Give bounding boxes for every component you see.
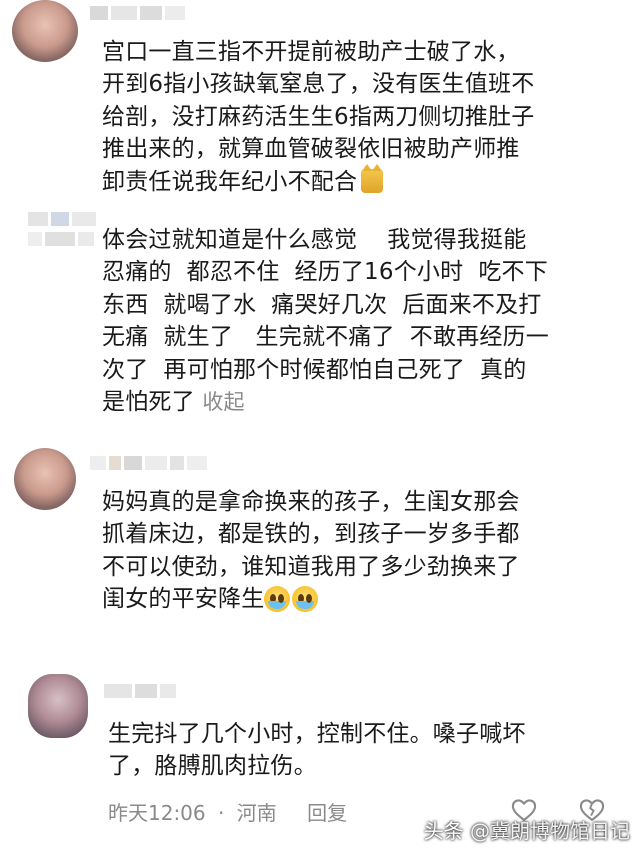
meta-separator: · [218, 801, 225, 825]
cat-emoji [361, 163, 384, 193]
reply-button[interactable]: 回复 [307, 801, 347, 825]
comment-location: 河南 [236, 801, 277, 825]
comment-meta: 昨天12:06 · 河南 回复 [108, 797, 353, 826]
avatar[interactable] [14, 448, 76, 510]
username-blurred[interactable] [90, 456, 207, 470]
username-blurred[interactable] [28, 232, 94, 246]
watermark: 头条 @冀朗博物馆日记 [424, 815, 630, 844]
avatar[interactable] [12, 0, 78, 62]
watermark-prefix: 头条 [423, 819, 464, 843]
avatar[interactable] [28, 674, 88, 738]
collapse-button[interactable]: 收起 [202, 390, 244, 414]
comment-text: 妈妈真的是拿命换来的孩子，生闺女那会 抓着床边，都是铁的，到孩子一岁多手都 不可… [102, 489, 520, 613]
comment-text: 宫口一直三指不开提前被助产士破了水， 开到6指小孩缺氧窒息了，没有医生值班不 给… [102, 39, 535, 195]
username-blurred[interactable] [28, 212, 96, 226]
username-blurred[interactable] [90, 6, 185, 20]
comment-text: 体会过就知道是什么感觉 我觉得我挺能 忍痛的 都忍不住 经历了16个小时 吃不下… [102, 227, 549, 416]
username-blurred[interactable] [104, 684, 176, 698]
crying-face-emoji [264, 586, 291, 613]
crying-face-emoji [292, 586, 319, 613]
comment-text: 生完抖了几个小时，控制不住。嗓子喊坏 了，胳膊肌肉拉伤。 [108, 721, 526, 780]
watermark-source: @冀朗博物馆日记 [470, 819, 630, 843]
comment-time: 昨天12:06 [108, 801, 206, 825]
